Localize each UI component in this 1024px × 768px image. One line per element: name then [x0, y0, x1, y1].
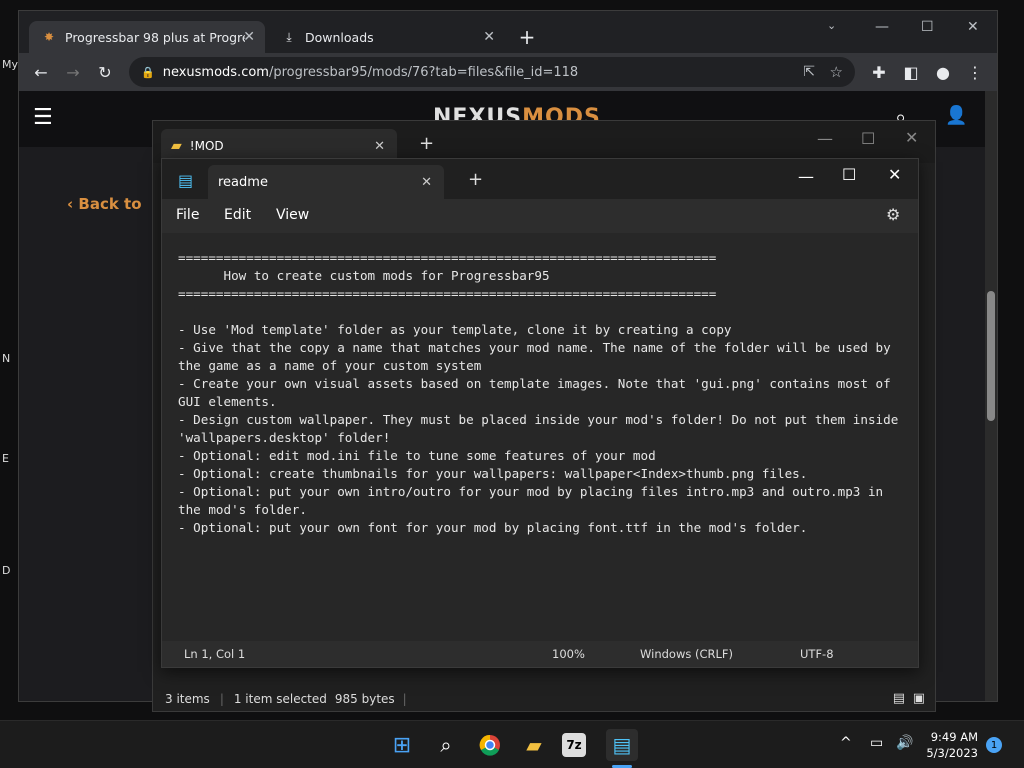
clock-time: 9:49 AM	[930, 730, 978, 744]
maximize-icon[interactable]: ☐	[861, 129, 875, 148]
7zip-app-icon[interactable]: 7z	[562, 733, 586, 757]
browser-tab-strip: ✸ Progressbar 98 plus at Progressb ✕ ⤓ D…	[19, 11, 997, 53]
explorer-tab-strip: ▰ !MOD ✕ + — ☐ ✕	[153, 121, 935, 163]
browser-tab-title: Downloads	[305, 29, 374, 45]
share-icon[interactable]: ⇱	[803, 64, 815, 80]
notepad-status-bar: Ln 1, Col 1 100% Windows (CRLF) UTF-8	[162, 641, 918, 667]
notepad-text-area[interactable]: ========================================…	[162, 233, 918, 641]
notepad-app-icon: ▤	[178, 171, 194, 190]
hamburger-menu-icon[interactable]: ☰	[33, 105, 53, 130]
menu-view[interactable]: View	[276, 207, 309, 223]
tab-search-icon[interactable]: ⌄	[827, 19, 836, 32]
menu-edit[interactable]: Edit	[224, 207, 251, 223]
desktop-icon-label: D	[2, 564, 11, 577]
profile-icon[interactable]: ●	[931, 60, 955, 84]
notepad-menu-bar: File Edit View ⚙	[162, 199, 918, 233]
menu-kebab-icon[interactable]: ⋮	[963, 60, 987, 84]
volume-icon[interactable]: 🔊	[896, 735, 913, 751]
zoom-level: 100%	[552, 647, 585, 661]
encoding: UTF-8	[800, 647, 834, 661]
notepad-tab-title: readme	[218, 174, 268, 190]
maximize-icon[interactable]: ☐	[921, 19, 934, 35]
notepad-tab-readme[interactable]: readme ✕	[208, 165, 444, 199]
minimize-icon[interactable]: —	[817, 129, 833, 148]
user-icon[interactable]: 👤	[945, 105, 967, 126]
url-path: /progressbar95/mods/76?tab=files&file_id…	[268, 64, 579, 80]
file-explorer-app-icon[interactable]: ▰	[518, 729, 550, 761]
page-scrollbar[interactable]	[985, 91, 997, 701]
notepad-tab-strip: ▤ readme ✕ + — ☐ ✕	[162, 159, 918, 199]
close-window-icon[interactable]: ✕	[905, 128, 918, 147]
start-windows-icon[interactable]: ⊞	[386, 729, 418, 761]
bookmark-star-icon[interactable]: ☆	[830, 63, 843, 81]
selected-size: 985 bytes	[334, 692, 395, 706]
desktop-icon-label: E	[2, 452, 9, 465]
taskbar: ⊞ ⌕ ▰ 7z ▤ ^ ▭ 🔊 9:49 AM 5/3/2023 1	[0, 720, 1024, 768]
desktop-icon-label: N	[2, 352, 11, 365]
close-window-icon[interactable]: ✕	[967, 19, 979, 35]
close-tab-icon[interactable]: ✕	[421, 175, 432, 190]
document-text: ========================================…	[178, 250, 899, 535]
maximize-icon[interactable]: ☐	[842, 165, 856, 184]
network-icon[interactable]: ▭	[870, 735, 883, 751]
menu-file[interactable]: File	[176, 207, 199, 223]
new-tab-button[interactable]: +	[468, 169, 483, 190]
extensions-icon[interactable]: ✚	[867, 60, 891, 84]
line-ending: Windows (CRLF)	[640, 647, 734, 661]
details-view-icon[interactable]: ▤	[893, 691, 905, 706]
back-arrow-icon[interactable]: ←	[29, 60, 53, 84]
minimize-icon[interactable]: —	[875, 19, 889, 35]
browser-tab-nexusmods[interactable]: ✸ Progressbar 98 plus at Progressb ✕	[29, 21, 265, 53]
close-tab-icon[interactable]: ✕	[243, 29, 255, 45]
folder-icon: ▰	[171, 138, 182, 154]
url-domain: nexusmods.com	[162, 64, 269, 80]
clock-date: 5/3/2023	[926, 746, 978, 760]
chevron-left-icon: ‹	[67, 195, 79, 213]
explorer-tab-title: !MOD	[189, 139, 224, 153]
scrollbar-thumb[interactable]	[987, 291, 995, 421]
settings-gear-icon[interactable]: ⚙	[886, 205, 900, 224]
cursor-position: Ln 1, Col 1	[184, 647, 246, 661]
desktop-icon-label: My	[2, 58, 19, 71]
close-window-icon[interactable]: ✕	[888, 165, 901, 184]
nexusmods-favicon: ✸	[43, 30, 55, 44]
lock-icon: 🔒	[141, 65, 155, 79]
close-tab-icon[interactable]: ✕	[483, 29, 495, 45]
browser-toolbar: ← → ↻ 🔒 nexusmods.com /progressbar95/mod…	[19, 53, 997, 91]
explorer-status-bar: 3 items | 1 item selected 985 bytes | ▤ …	[153, 687, 935, 711]
new-tab-button[interactable]: +	[419, 133, 434, 154]
address-bar[interactable]: 🔒 nexusmods.com /progressbar95/mods/76?t…	[129, 57, 855, 87]
notepad-window: ▤ readme ✕ + — ☐ ✕ File Edit View ⚙ ====…	[161, 158, 919, 668]
side-panel-icon[interactable]: ◧	[899, 60, 923, 84]
forward-arrow-icon[interactable]: →	[61, 60, 85, 84]
chrome-app-icon[interactable]	[474, 729, 506, 761]
selected-count: 1 item selected	[233, 692, 327, 706]
notepad-app-icon[interactable]: ▤	[606, 729, 638, 761]
system-clock[interactable]: 9:49 AM 5/3/2023	[926, 729, 978, 761]
new-tab-button[interactable]: +	[513, 21, 541, 53]
item-count: 3 items	[165, 692, 210, 706]
close-tab-icon[interactable]: ✕	[374, 139, 385, 154]
minimize-icon[interactable]: —	[798, 167, 814, 186]
back-to-mod-link[interactable]: ‹ Back to	[67, 195, 142, 213]
search-icon[interactable]: ⌕	[430, 729, 462, 761]
reload-icon[interactable]: ↻	[93, 60, 117, 84]
download-icon: ⤓	[286, 29, 292, 44]
browser-tab-title: Progressbar 98 plus at Progressb	[65, 29, 245, 45]
tiles-view-icon[interactable]: ▣	[913, 691, 925, 706]
notification-badge[interactable]: 1	[986, 737, 1002, 753]
browser-tab-downloads[interactable]: ⤓ Downloads ✕	[269, 21, 505, 53]
chevron-up-icon[interactable]: ^	[840, 735, 852, 751]
